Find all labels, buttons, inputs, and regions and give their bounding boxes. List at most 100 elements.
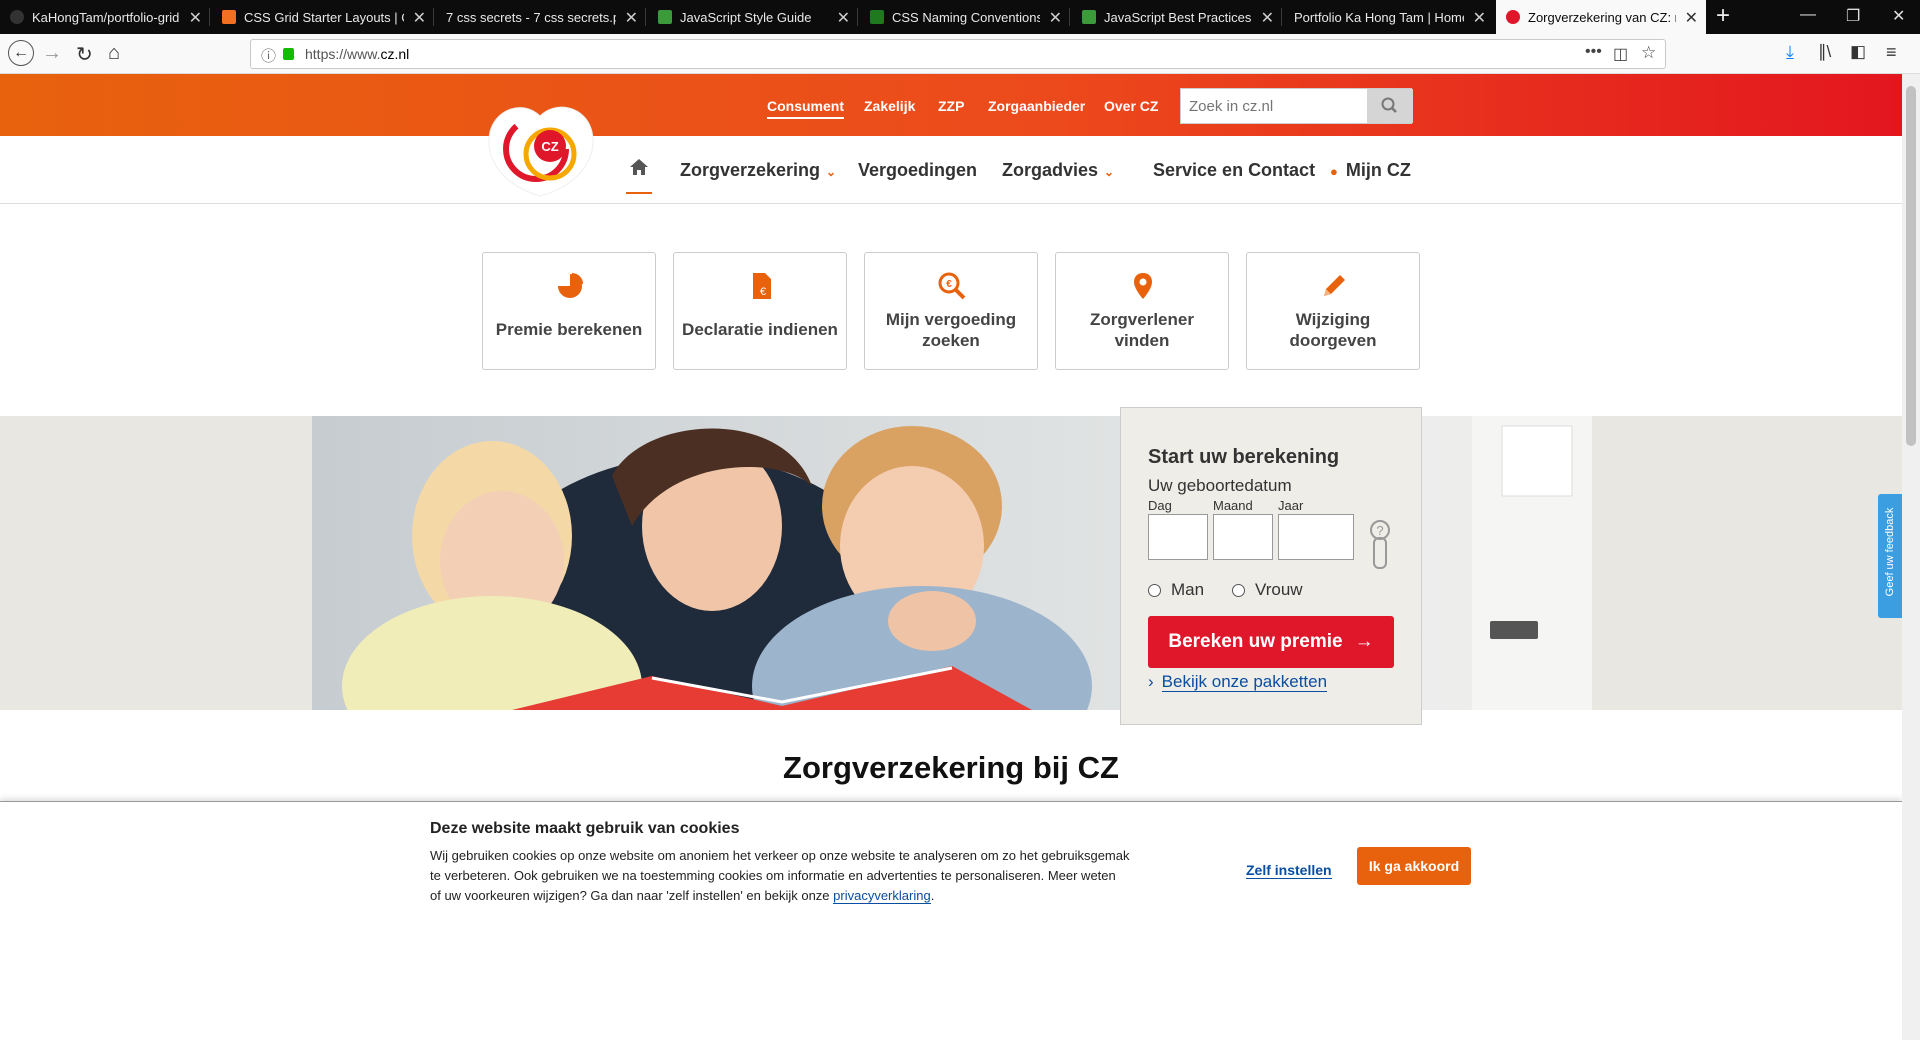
url-bar[interactable]: ⓘ https://www.cz.nl ••• ◫ ☆: [250, 39, 1666, 69]
minimize-icon[interactable]: —: [1800, 6, 1816, 24]
tab-label: CSS Grid Starter Layouts | CSS: [244, 9, 404, 25]
quicklink-premie-berekenen[interactable]: Premie berekenen: [482, 252, 656, 370]
hero-section: [0, 416, 1902, 710]
page-scrollbar[interactable]: [1902, 74, 1920, 1040]
cookie-body-end: .: [930, 888, 935, 903]
document-icon: [870, 10, 884, 24]
browser-tab[interactable]: JavaScript Style Guide ✕: [648, 0, 858, 34]
browser-tab-active[interactable]: Zorgverzekering van CZ: ruim ✕: [1496, 0, 1706, 34]
quicklink-label: Mijn vergoeding zoeken: [885, 310, 1017, 350]
tab-label: JavaScript Style Guide: [680, 9, 812, 25]
restore-icon[interactable]: ❐: [1846, 6, 1860, 26]
page-actions-icon[interactable]: •••: [1585, 43, 1602, 61]
top-bar: Consument Zakelijk ZZP Zorgaanbieder Ove…: [0, 74, 1902, 136]
close-icon[interactable]: ✕: [189, 8, 202, 28]
toplink-consument[interactable]: Consument: [767, 98, 844, 119]
gender-female-radio[interactable]: Vrouw: [1232, 580, 1303, 600]
reload-icon[interactable]: ↻: [76, 42, 93, 67]
url-text: https://www.cz.nl: [305, 46, 409, 62]
gender-male-radio[interactable]: Man: [1148, 580, 1204, 600]
browser-tab[interactable]: JavaScript Best Practices ✕: [1072, 0, 1282, 34]
nav-item-service-en-contact[interactable]: Service en Contact: [1153, 160, 1315, 181]
toplink-over-cz[interactable]: Over CZ: [1104, 98, 1158, 114]
close-icon[interactable]: ✕: [1685, 8, 1698, 28]
feedback-label: Geef uw feedback: [1884, 507, 1896, 597]
calculator-title: Start uw berekening: [1148, 446, 1340, 468]
lock-icon: [283, 48, 294, 60]
radio-circle: [1232, 583, 1245, 597]
chevron-down-icon: ⌄: [1104, 165, 1115, 179]
sidebar-icon[interactable]: ◧: [1850, 42, 1866, 62]
close-icon[interactable]: ✕: [625, 8, 638, 28]
radio-circle: [1148, 583, 1161, 597]
year-input[interactable]: [1278, 514, 1354, 560]
feedback-tab[interactable]: Geef uw feedback: [1878, 494, 1902, 618]
bookmark-star-icon[interactable]: ☆: [1641, 43, 1656, 63]
browser-tab[interactable]: KaHongTam/portfolio-grid: p ✕: [0, 0, 210, 34]
privacy-link[interactable]: privacyverklaring: [833, 888, 931, 904]
cookie-body: Wij gebruiken cookies op onze website om…: [430, 848, 1130, 903]
nav-item-zorgadvies[interactable]: Zorgadvies ⌄: [1002, 160, 1114, 181]
cookie-accept-button[interactable]: Ik ga akkoord: [1357, 847, 1471, 885]
tab-label: JavaScript Best Practices: [1104, 9, 1252, 25]
quicklink-label: Premie berekenen: [495, 320, 643, 339]
pencil-icon: [1324, 275, 1345, 296]
nav-item-zorgverzekering[interactable]: Zorgverzekering ⌄: [680, 160, 836, 181]
cz-logo-graphic: CZ: [488, 106, 594, 197]
cz-icon: [1506, 10, 1520, 24]
link-label: Bekijk onze pakketten: [1161, 672, 1328, 692]
browser-tab[interactable]: Portfolio Ka Hong Tam | Home ✕: [1284, 0, 1494, 34]
button-label: Bereken uw premie: [1168, 631, 1343, 652]
section-heading: Zorgverzekering bij CZ: [783, 750, 1119, 785]
calculate-premium-button[interactable]: Bereken uw premie →: [1148, 616, 1394, 668]
quicklink-label: Zorgverlener vinden: [1090, 310, 1194, 350]
cz-logo[interactable]: CZ: [480, 94, 600, 204]
close-icon[interactable]: ✕: [413, 8, 426, 28]
toplink-zorgaanbieder[interactable]: Zorgaanbieder: [988, 98, 1085, 114]
birthdate-label: Uw geboortedatum: [1148, 476, 1292, 495]
home-nav-item[interactable]: [626, 154, 652, 194]
svg-text:?: ?: [1376, 523, 1383, 538]
browser-tab[interactable]: CSS Naming Conventions tha ✕: [860, 0, 1070, 34]
quicklink-declaratie-indienen[interactable]: € Declaratie indienen: [673, 252, 847, 370]
close-icon[interactable]: ✕: [1049, 8, 1062, 28]
close-icon[interactable]: ✕: [837, 8, 850, 28]
nav-item-mijn-cz[interactable]: ● Mijn CZ: [1330, 160, 1411, 181]
search-input[interactable]: [1181, 89, 1367, 123]
quicklink-zorgverlener-vinden[interactable]: Zorgverlener vinden: [1055, 252, 1229, 370]
quicklink-wijziging-doorgeven[interactable]: Wijziging doorgeven: [1246, 252, 1420, 370]
web-page: Consument Zakelijk ZZP Zorgaanbieder Ove…: [0, 74, 1902, 1040]
month-label: Maand: [1213, 498, 1253, 513]
home-icon[interactable]: ⌂: [108, 42, 120, 65]
scrollbar-thumb[interactable]: [1906, 86, 1916, 446]
search-button[interactable]: [1367, 89, 1413, 123]
help-hint-icon[interactable]: ?: [1366, 516, 1396, 576]
close-icon[interactable]: ✕: [1261, 8, 1274, 28]
back-icon[interactable]: ←: [8, 40, 34, 66]
nav-label: Zorgadvies: [1002, 160, 1099, 180]
packages-link[interactable]: › Bekijk onze pakketten: [1148, 672, 1328, 692]
day-input[interactable]: [1148, 514, 1208, 560]
close-icon[interactable]: ✕: [1473, 8, 1486, 28]
toplink-zzp[interactable]: ZZP: [938, 98, 964, 114]
info-icon[interactable]: ⓘ: [261, 45, 276, 66]
browser-tab[interactable]: 7 css secrets - 7 css secrets.pdf ✕: [436, 0, 646, 34]
quicklink-mijn-vergoeding-zoeken[interactable]: € Mijn vergoeding zoeken: [864, 252, 1038, 370]
month-input[interactable]: [1213, 514, 1273, 560]
download-icon[interactable]: ⤓: [1786, 42, 1794, 63]
nav-item-vergoedingen[interactable]: Vergoedingen: [858, 160, 977, 181]
browser-tab[interactable]: CSS Grid Starter Layouts | CSS ✕: [212, 0, 434, 34]
window-close-icon[interactable]: ✕: [1892, 6, 1905, 26]
forward-icon[interactable]: →: [42, 42, 62, 65]
main-nav: Zorgverzekering ⌄ Vergoedingen Zorgadvies…: [0, 136, 1902, 204]
github-icon: [10, 10, 24, 24]
pocket-icon[interactable]: ◫: [1613, 44, 1628, 64]
library-icon[interactable]: ∥\: [1818, 42, 1831, 62]
chevron-down-icon: ⌄: [826, 165, 837, 179]
cookie-settings-button[interactable]: Zelf instellen: [1246, 862, 1332, 879]
home-icon: [630, 159, 648, 175]
new-tab-icon[interactable]: +: [1716, 2, 1730, 30]
toplink-zakelijk[interactable]: Zakelijk: [864, 98, 915, 114]
menu-icon[interactable]: ≡: [1886, 42, 1897, 63]
user-icon: ●: [1330, 164, 1338, 179]
